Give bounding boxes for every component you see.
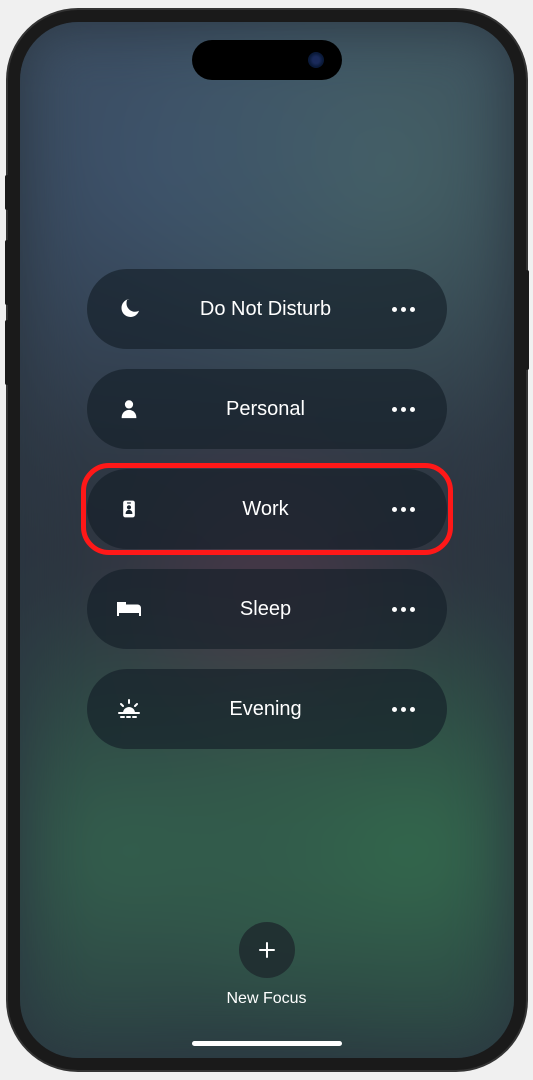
focus-do-not-disturb[interactable]: Do Not Disturb: [87, 269, 447, 349]
focus-label: Do Not Disturb: [143, 298, 389, 321]
badge-icon: [115, 495, 143, 523]
new-focus-area: New Focus: [226, 922, 306, 1008]
add-focus-button[interactable]: [239, 922, 295, 978]
bed-icon: [115, 595, 143, 623]
screen: Do Not Disturb Personal: [20, 22, 514, 1058]
dynamic-island: [192, 40, 342, 80]
more-icon[interactable]: [389, 595, 419, 623]
focus-work[interactable]: Work: [87, 469, 447, 549]
new-focus-label: New Focus: [226, 990, 306, 1008]
home-indicator[interactable]: [192, 1041, 342, 1046]
focus-label: Sleep: [143, 598, 389, 621]
more-icon[interactable]: [389, 295, 419, 323]
focus-sleep[interactable]: Sleep: [87, 569, 447, 649]
phone-frame: Do Not Disturb Personal: [8, 10, 526, 1070]
more-icon[interactable]: [389, 395, 419, 423]
more-icon[interactable]: [389, 695, 419, 723]
focus-personal[interactable]: Personal: [87, 369, 447, 449]
focus-label: Work: [143, 498, 389, 521]
more-icon[interactable]: [389, 495, 419, 523]
sunset-icon: [115, 695, 143, 723]
focus-list: Do Not Disturb Personal: [87, 269, 447, 749]
person-icon: [115, 395, 143, 423]
focus-evening[interactable]: Evening: [87, 669, 447, 749]
focus-label: Evening: [143, 698, 389, 721]
moon-icon: [115, 295, 143, 323]
focus-label: Personal: [143, 398, 389, 421]
